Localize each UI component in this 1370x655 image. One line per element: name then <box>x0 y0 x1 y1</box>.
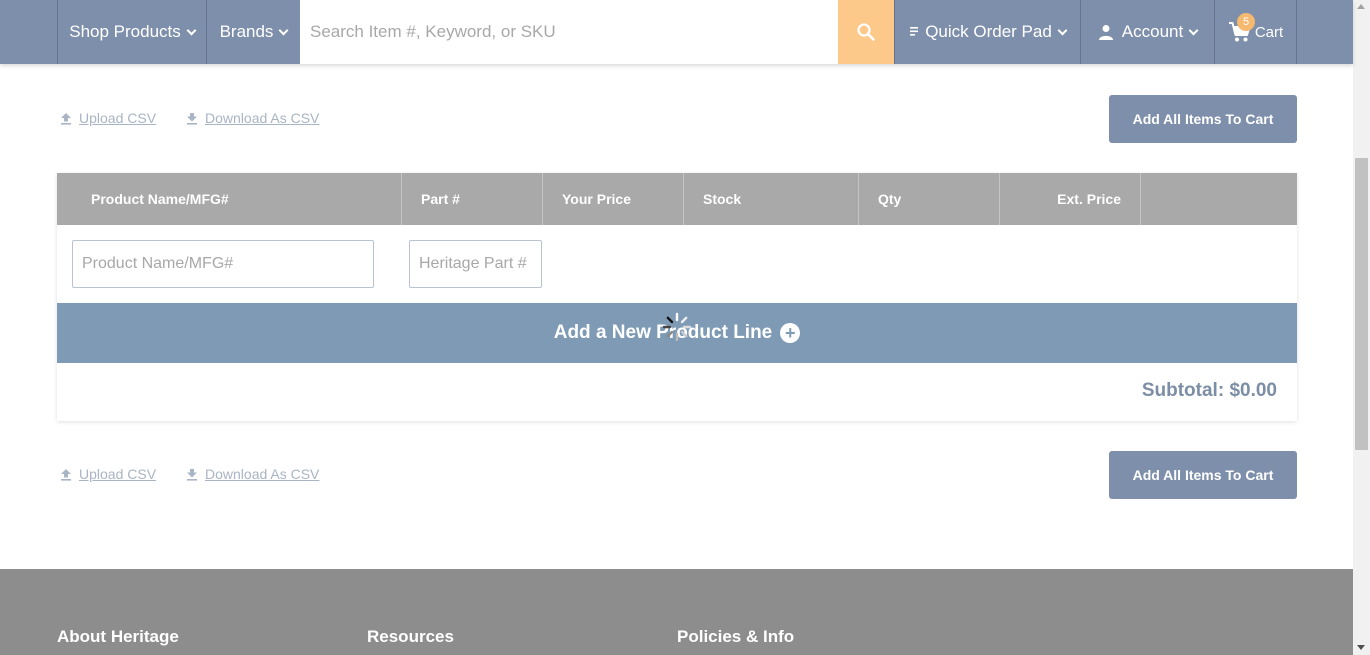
loading-spinner-icon <box>662 312 692 342</box>
user-icon <box>1098 25 1113 40</box>
search-input[interactable] <box>310 22 838 42</box>
brands-label: Brands <box>219 22 274 41</box>
quick-order-pad-label: Quick Order Pad <box>925 22 1052 41</box>
download-icon <box>187 112 197 125</box>
upload-icon <box>61 468 71 481</box>
cart-button[interactable]: Cart <box>1214 0 1297 64</box>
footer-heading-about: About Heritage <box>57 627 179 646</box>
list-icon <box>910 27 919 36</box>
chevron-down-icon <box>1188 25 1199 35</box>
search-button[interactable] <box>838 0 894 64</box>
upload-csv-link-bottom[interactable]: Upload CSV <box>60 466 156 482</box>
column-header-ext-price: Ext. Price <box>1000 173 1141 225</box>
upload-icon <box>61 112 71 125</box>
chevron-down-icon <box>1057 25 1068 35</box>
shop-products-menu[interactable]: Shop Products <box>57 0 206 64</box>
quick-order-pad-menu[interactable]: Quick Order Pad <box>894 0 1080 64</box>
upload-csv-label: Upload CSV <box>79 110 157 126</box>
upload-csv-link-top[interactable]: Upload CSV <box>60 110 156 126</box>
download-csv-label: Download As CSV <box>205 466 320 482</box>
scroll-up-arrow-icon[interactable] <box>1357 4 1365 9</box>
footer-heading-resources: Resources <box>367 627 454 646</box>
shop-products-label: Shop Products <box>69 22 181 41</box>
download-icon <box>187 468 197 481</box>
column-header-price: Your Price <box>543 173 684 225</box>
part-number-field <box>409 240 542 288</box>
search-icon <box>857 23 875 41</box>
chevron-down-icon <box>186 25 197 35</box>
add-all-to-cart-button-top[interactable]: Add All Items To Cart <box>1109 95 1297 143</box>
column-header-stock: Stock <box>684 173 859 225</box>
product-name-input[interactable] <box>82 255 373 273</box>
search-box <box>300 0 838 64</box>
quick-order-table: Product Name/MFG# Part # Your Price Stoc… <box>57 173 1297 421</box>
column-header-product: Product Name/MFG# <box>57 173 402 225</box>
part-number-input[interactable] <box>419 255 541 273</box>
plus-circle-icon: + <box>780 323 801 343</box>
column-header-part: Part # <box>402 173 543 225</box>
top-nav-bar: Shop Products Brands Quick Order Pad Acc… <box>0 0 1353 64</box>
account-label: Account <box>1121 22 1184 41</box>
table-header: Product Name/MFG# Part # Your Price Stoc… <box>57 173 1297 225</box>
product-name-field <box>72 240 374 288</box>
add-all-to-cart-button-bottom[interactable]: Add All Items To Cart <box>1109 451 1297 499</box>
vertical-scrollbar[interactable] <box>1353 0 1370 655</box>
account-menu[interactable]: Account <box>1080 0 1214 64</box>
chevron-down-icon <box>278 25 289 35</box>
footer-heading-policies: Policies & Info <box>677 627 795 646</box>
cart-count-badge: 5 <box>1237 13 1255 31</box>
cart-label: Cart <box>1254 23 1284 41</box>
download-csv-link-bottom[interactable]: Download As CSV <box>186 466 319 482</box>
download-csv-label: Download As CSV <box>205 110 320 126</box>
upload-csv-label: Upload CSV <box>79 466 157 482</box>
brands-menu[interactable]: Brands <box>206 0 300 64</box>
scroll-down-arrow-icon[interactable] <box>1357 645 1365 650</box>
footer: About Heritage Resources Policies & Info <box>0 569 1353 655</box>
column-header-qty: Qty <box>859 173 1000 225</box>
scrollbar-thumb[interactable] <box>1355 158 1368 450</box>
subtotal-text: Subtotal: $0.00 <box>1141 380 1277 401</box>
download-csv-link-top[interactable]: Download As CSV <box>186 110 319 126</box>
